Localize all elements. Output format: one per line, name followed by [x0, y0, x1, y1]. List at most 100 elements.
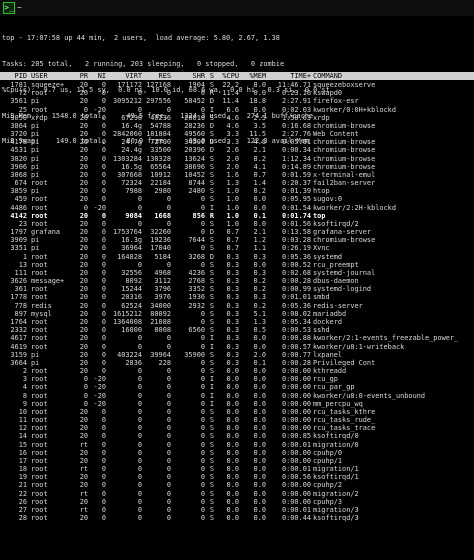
process-row[interactable]: 459 root 20 0 0 0 0 S 1.0 0.0 0:05.95 sugov:0	[0, 195, 474, 203]
process-row[interactable]: 23 root 20 0 0 0 0 S 1.0 0.0 0:01.56 ksoftirqd/2	[0, 220, 474, 228]
process-row[interactable]: 4531 pi 20 0 24.4g 33500 20396 D 2.6 2.1 0:00.34 ch…	[0, 146, 474, 154]
column-header-ni[interactable]: NI	[98, 72, 106, 80]
process-row[interactable]: 4142 root 20 0 9084 1668 856 R 1.0 0.1 0:01.74 top	[0, 212, 474, 220]
virt-cell: 1364008	[112, 317, 142, 326]
process-table[interactable]: 1781 squeeze+ 20 0 171172 127168 1904 S 22.2 8.0 1…	[0, 81, 474, 522]
process-row[interactable]: 361 root 20 0 15244 3796 3352 S 0.3 0.2 0:00.99 sys…	[0, 285, 474, 293]
process-row[interactable]: 25 root 0 -20 0 0 0 I 6.6 0.0 0:02.03 kworker/0:0H+…	[0, 106, 474, 114]
pid-cell: 3626	[10, 277, 27, 286]
process-row[interactable]: 3864 pi 20 0 16.4g 54788 28236 D 4.6 3.5 0:16.68 ch…	[0, 122, 474, 130]
pid-cell: 361	[14, 285, 27, 294]
process-table-header[interactable]: PID USER PR NI VIRT RES SHR S %CPU %MEM TIME+ COMMA…	[0, 72, 474, 80]
virt-cell: 16.4g	[121, 121, 142, 130]
time-cell: 0:00.00	[281, 456, 311, 465]
pid-cell: 1	[22, 252, 27, 261]
process-row[interactable]: 15 root rt 0 0 0 0 S 0.0 0.0 0:00.01 migration/0	[0, 441, 474, 449]
process-row[interactable]: 3859 pi 20 0 7988 2980 2480 S 1.0 0.2 0:01.39 htop	[0, 187, 474, 195]
process-row[interactable]: 3820 pi 20 0 1303284 130328 13624 S 2.0 8.2 1:12.3…	[0, 155, 474, 163]
cpu-cell: 0.3	[226, 252, 239, 261]
command-cell: fail2ban-server	[313, 179, 376, 188]
process-row[interactable]: 12 root 20 0 0 0 0 S 0.0 0.0 0:00.00 rcu_tasks_trac…	[0, 424, 474, 432]
process-row[interactable]: 1 root 20 0 164828 5184 3268 D 0.3 0.3 0:05.36 syst…	[0, 253, 474, 261]
process-row[interactable]: 10 root 20 0 0 0 0 S 0.0 0.0 0:00.00 rcu_tasks_kthr…	[0, 408, 474, 416]
res-cell: 40236	[150, 113, 171, 122]
mem-cell: 0.0	[253, 407, 266, 416]
process-row[interactable]: 3050 xrdp 20 0 67296 40236 20016 S 4.6 2.5 1:58.63…	[0, 114, 474, 122]
process-row[interactable]: 3909 pi 20 0 16.3g 19236 7644 S 0.7 1.2 0:03.28 chr…	[0, 236, 474, 244]
process-row[interactable]: 897 mysql 20 0 1615212 80092 0 S 0.3 5.1 0:08.02 ma…	[0, 310, 474, 318]
process-row[interactable]: 11 root 20 0 0 0 0 S 0.0 0.0 0:00.00 rcu_tasks_rude…	[0, 416, 474, 424]
virt-cell: 0	[137, 514, 142, 523]
process-row[interactable]: 3906 pi 20 0 16.5g 65564 38696 S 2.0 4.1 0:14.89 ch…	[0, 163, 474, 171]
process-row[interactable]: 72 root 20 0 0 0 0 R 11.4 0.0 0:23.16 kswapd0	[0, 89, 474, 97]
state-cell: S	[209, 309, 214, 318]
mem-cell: 4.6	[253, 138, 266, 147]
column-header-mem[interactable]: %MEM	[249, 72, 266, 80]
process-row[interactable]: 27 root rt 0 0 0 0 S 0.0 0.0 0:00.01 migration/3	[0, 506, 474, 514]
process-row[interactable]: 1778 root 20 0 20316 3976 1936 S 0.3 0.3 0:01.01 sm…	[0, 293, 474, 301]
shr-cell: 3268	[188, 252, 205, 261]
column-header-pr[interactable]: PR	[80, 72, 88, 80]
process-row[interactable]: 3561 pi 20 0 3095212 297556 58452 D 11.4 18.8 2:27…	[0, 97, 474, 105]
virt-cell: 0	[137, 203, 142, 212]
process-row[interactable]: 21 root 20 0 0 0 0 S 0.0 0.0 0:00.00 cpuhp/2	[0, 481, 474, 489]
process-row[interactable]: 13 root 20 0 0 0 0 S 0.3 0.0 0:00.52 rcu_preempt	[0, 261, 474, 269]
process-row[interactable]: 17 root 20 0 0 0 0 S 0.0 0.0 0:00.00 cpuhp/1	[0, 457, 474, 465]
process-row[interactable]: 22 root rt 0 0 0 0 S 0.0 0.0 0:00.00 migration/2	[0, 490, 474, 498]
command-cell: cpuhp/3	[313, 497, 343, 506]
process-row[interactable]: 2332 root 20 0 16000 8008 6560 S 0.3 0.5 0:00.53 ss…	[0, 326, 474, 334]
process-row[interactable]: 674 root 20 0 72324 22184 8744 S 1.3 1.4 0:20.37 fa…	[0, 179, 474, 187]
process-row[interactable]: 28 root 20 0 0 0 0 S 0.0 0.0 0:00.44 ksoftirqd/3	[0, 514, 474, 522]
process-row[interactable]: 778 redis 20 0 62524 34000 2932 S 0.3 0.2 0:05.36 r…	[0, 302, 474, 310]
process-row[interactable]: 111 root 20 0 32556 4968 4236 S 0.3 0.3 0:02.68 sys…	[0, 269, 474, 277]
process-row[interactable]: 19 root 20 0 0 0 0 S 0.0 0.0 0:00.56 ksoftirqd/1	[0, 473, 474, 481]
state-cell: S	[209, 317, 214, 326]
process-row[interactable]: 1797 grafana 20 0 1753764 32260 0 D 0.7 2.1 0:13.5…	[0, 228, 474, 236]
user-cell: pi	[31, 146, 40, 155]
mem-cell: 0.0	[253, 195, 266, 204]
process-row[interactable]: 18 root rt 0 0 0 0 S 0.0 0.0 0:00.01 migration/1	[0, 465, 474, 473]
process-row[interactable]: 1781 squeeze+ 20 0 171172 127168 1904 S 22.2 8.0 1…	[0, 81, 474, 89]
command-cell: cpuhp/2	[313, 481, 343, 490]
virt-cell: 1753764	[112, 228, 142, 237]
process-row[interactable]: 16 root 20 0 0 0 0 S 0.0 0.0 0:00.00 cpuhp/0	[0, 449, 474, 457]
state-cell: I	[209, 334, 214, 343]
state-cell: S	[209, 448, 214, 457]
process-row[interactable]: 9 root 0 -20 0 0 0 I 0.0 0.0 0:00.00 mm_percpu_wq	[0, 400, 474, 408]
column-header-command[interactable]: COMMAND	[313, 72, 342, 80]
process-row[interactable]: 2 root 20 0 0 0 0 S 0.0 0.0 0:00.00 kthreadd	[0, 367, 474, 375]
column-header-cpu[interactable]: %CPU	[222, 72, 239, 80]
process-row[interactable]: 4486 root 0 -20 0 0 0 I 1.0 0.0 0:01.54 kworker/2:2…	[0, 204, 474, 212]
column-header-pid[interactable]: PID	[15, 72, 27, 80]
cpu-cell: 0.0	[226, 383, 239, 392]
process-row[interactable]: 3159 pi 20 0 403224 39964 35900 S 0.3 2.0 0:00.77 l…	[0, 351, 474, 359]
terminal-prompt-icon[interactable]: >_	[3, 2, 15, 14]
process-row[interactable]: 4178 pi 20 0 24.7g 72700 34500 D 3.3 4.6 0:05.01 ch…	[0, 138, 474, 146]
column-header-res[interactable]: RES	[159, 72, 171, 80]
process-row[interactable]: 4 root 0 -20 0 0 0 I 0.0 0.0 0:00.00 rcu_par_gp	[0, 383, 474, 391]
cpu-cell: 3.3	[226, 138, 239, 147]
column-header-shr[interactable]: SHR	[193, 72, 205, 80]
process-row[interactable]: 3664 pi 20 0 2836 228 0 S 0.3 0.1 0:00.28 Privilege…	[0, 359, 474, 367]
column-header-user[interactable]: USER	[31, 72, 48, 80]
process-row[interactable]: 3626 message+ 20 0 8092 3112 2768 S 0.3 0.2 0:00.2…	[0, 277, 474, 285]
process-row[interactable]: 3720 pi 20 0 2842060 181884 49560 S 3.3 11.5 2:27.…	[0, 130, 474, 138]
process-row[interactable]: 8 root 0 -20 0 0 0 I 0.0 0.0 0:00.00 kworker/u8:0-e…	[0, 392, 474, 400]
process-row[interactable]: 3 root 0 -20 0 0 0 I 0.0 0.0 0:00.00 rcu_gp	[0, 375, 474, 383]
column-header-state[interactable]: S	[210, 72, 214, 80]
process-row[interactable]: 4619 root 20 0 0 0 0 I 0.3 0.0 0:00.57 kworker/u8:1…	[0, 343, 474, 351]
mem-cell: 5.1	[253, 309, 266, 318]
process-row[interactable]: 3068 pi 20 0 307668 10912 10452 S 1.6 0.7 0:01.59 x…	[0, 171, 474, 179]
process-row[interactable]: 26 root 20 0 0 0 0 S 0.0 0.0 0:00.00 cpuhp/3	[0, 498, 474, 506]
time-cell: 0:00.01	[281, 465, 311, 474]
column-header-time[interactable]: TIME+	[290, 72, 311, 80]
pr-cell: 20	[79, 293, 88, 302]
column-header-virt[interactable]: VIRT	[125, 72, 142, 80]
command-cell: kthreadd	[313, 367, 347, 376]
process-row[interactable]: 14 root 20 0 0 0 0 S 0.0 0.0 0:00.85 ksoftirqd/0	[0, 432, 474, 440]
process-row[interactable]: 1764 root 20 0 1364008 21088 0 S 0.3 1.3 0:05.34 do…	[0, 318, 474, 326]
process-row[interactable]: 4617 root 20 0 0 0 0 I 0.3 0.0 0:00.88 kworker/2:1-…	[0, 334, 474, 342]
mem-cell: 0.0	[253, 219, 266, 228]
process-row[interactable]: 3351 pi 20 0 36964 17040 0 S 0.7 1.1 0:26.19 Xvnc	[0, 244, 474, 252]
terminal-tab-title[interactable]: ~	[17, 3, 22, 12]
